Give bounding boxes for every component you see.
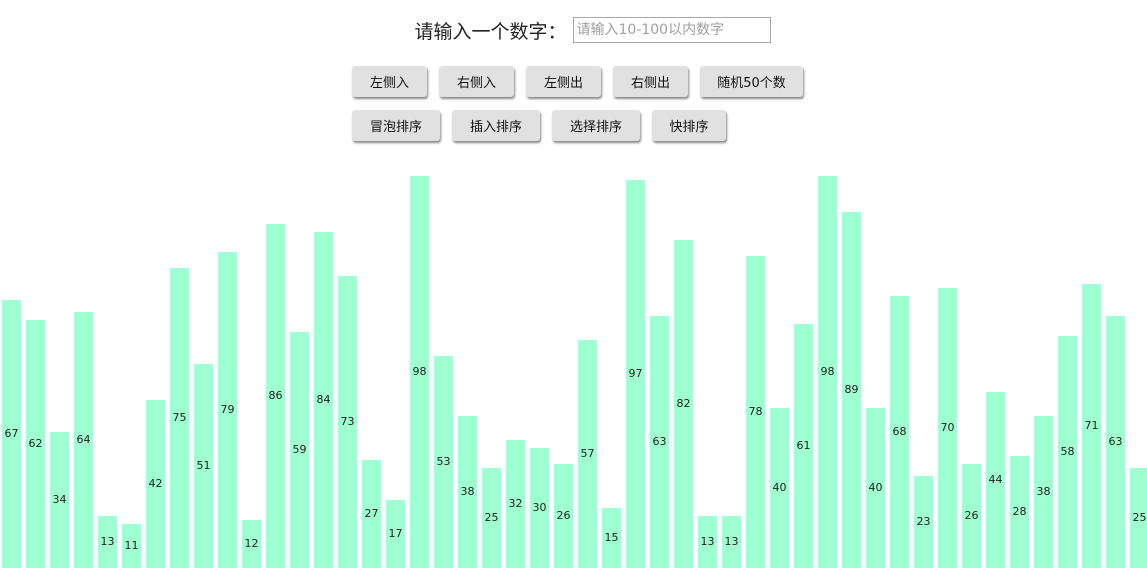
bar-value-label: 70 — [940, 421, 955, 434]
bubble-sort-button[interactable]: 冒泡排序 — [352, 110, 440, 141]
bar-value-label: 42 — [148, 477, 163, 490]
bar-value-label: 28 — [1012, 505, 1027, 518]
bar-value-label: 71 — [1084, 419, 1099, 432]
right-in-button[interactable]: 右侧入 — [439, 66, 514, 97]
bar-value-label: 12 — [244, 537, 259, 550]
bar-value-label: 64 — [76, 433, 91, 446]
bar-value-label: 26 — [556, 509, 571, 522]
left-out-button[interactable]: 左侧出 — [526, 66, 601, 97]
input-row: 请输入一个数字： — [0, 15, 1147, 45]
bar-value-label: 61 — [796, 439, 811, 452]
right-out-button[interactable]: 右侧出 — [613, 66, 688, 97]
left-in-button[interactable]: 左侧入 — [352, 66, 427, 97]
bar-value-label: 98 — [412, 365, 427, 378]
queue-operations-row: 左侧入 右侧入 左侧出 右侧出 随机50个数 — [352, 66, 815, 97]
insertion-sort-button[interactable]: 插入排序 — [452, 110, 540, 141]
bar-value-label: 75 — [172, 411, 187, 424]
quick-sort-button[interactable]: 快排序 — [652, 110, 726, 141]
bar-value-label: 13 — [100, 535, 115, 548]
bar-value-label: 73 — [340, 415, 355, 428]
bar-value-label: 11 — [124, 539, 139, 552]
bar-value-label: 86 — [268, 389, 283, 402]
bar-value-label: 59 — [292, 443, 307, 456]
bar-value-label: 38 — [460, 485, 475, 498]
bar-value-label: 44 — [988, 473, 1003, 486]
bar-value-label: 13 — [724, 535, 739, 548]
selection-sort-button[interactable]: 选择排序 — [552, 110, 640, 141]
bar-value-label: 32 — [508, 497, 523, 510]
bar-value-label: 57 — [580, 447, 595, 460]
bar-value-label: 30 — [532, 501, 547, 514]
bar-chart: 67 62 34 64 13 11 42 75 51 79 12 86 59 84 73 27 17 98 53 38… — [0, 160, 1147, 568]
bar-value-label: 25 — [484, 511, 499, 524]
bar-value-label: 34 — [52, 493, 67, 506]
bar-value-label: 40 — [772, 481, 787, 494]
number-prompt-label: 请输入一个数字： — [414, 20, 567, 43]
page: 请输入一个数字： 左侧入 右侧入 左侧出 右侧出 随机50个数 冒泡排序 插入排… — [0, 0, 1147, 568]
bar-value-label: 68 — [892, 425, 907, 438]
bar-value-label: 38 — [1036, 485, 1051, 498]
bar-value-label: 89 — [844, 383, 859, 396]
bar-value-label: 84 — [316, 393, 331, 406]
bar-value-label: 17 — [388, 527, 403, 540]
bar-value-label: 25 — [1132, 511, 1147, 524]
bar-value-label: 98 — [820, 365, 835, 378]
bar-value-label: 82 — [676, 397, 691, 410]
bar-value-label: 53 — [436, 455, 451, 468]
bar-value-label: 62 — [28, 437, 43, 450]
bar-value-label: 79 — [220, 403, 235, 416]
bar-value-label: 67 — [4, 427, 19, 440]
bar-value-label: 51 — [196, 459, 211, 472]
random-50-button[interactable]: 随机50个数 — [700, 66, 803, 97]
bar-value-label: 13 — [700, 535, 715, 548]
bar-value-label: 63 — [652, 435, 667, 448]
bar-value-label: 58 — [1060, 445, 1075, 458]
number-input[interactable] — [572, 17, 771, 43]
bar-value-label: 26 — [964, 509, 979, 522]
bar-value-label: 40 — [868, 481, 883, 494]
bar-value-label: 78 — [748, 405, 763, 418]
sort-operations-row: 冒泡排序 插入排序 选择排序 快排序 — [352, 110, 738, 141]
bar-value-label: 27 — [364, 507, 379, 520]
bar-value-label: 15 — [604, 531, 619, 544]
bar-value-label: 97 — [628, 367, 643, 380]
bar-value-label: 63 — [1108, 435, 1123, 448]
bar-value-label: 23 — [916, 515, 931, 528]
